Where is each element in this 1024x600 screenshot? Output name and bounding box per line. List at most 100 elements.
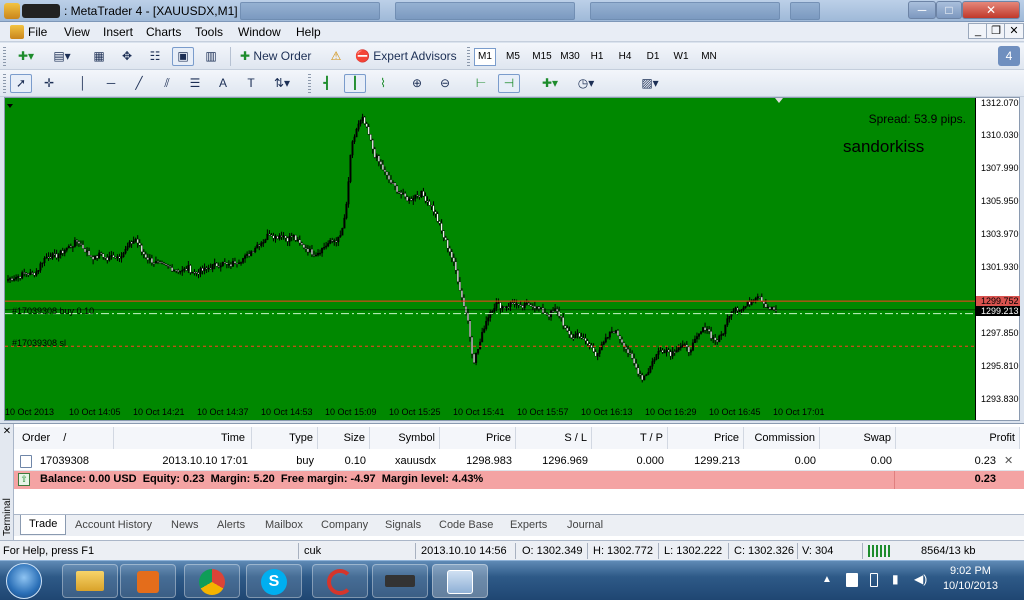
timeframe-d1[interactable]: D1: [642, 48, 664, 66]
new-order-button[interactable]: ✚ New Order: [237, 47, 323, 66]
indicators-icon[interactable]: ✚▾: [534, 74, 566, 93]
new-chart-icon[interactable]: ✚▾: [10, 47, 42, 66]
menu-window[interactable]: Window: [238, 25, 281, 39]
taskbar-chrome[interactable]: [184, 564, 240, 598]
col-sl[interactable]: S / L: [516, 427, 592, 449]
arrows-tool-icon[interactable]: ⇅▾: [266, 74, 298, 93]
tab-journal[interactable]: Journal: [567, 519, 603, 531]
timeframe-m1[interactable]: M1: [474, 48, 496, 66]
notifications-badge[interactable]: 4: [998, 46, 1020, 66]
taskbar-metatrader[interactable]: [432, 564, 488, 598]
mdi-restore-button[interactable]: ❐: [986, 23, 1006, 39]
status-profile[interactable]: cuk: [304, 545, 321, 557]
taskbar-forex-app[interactable]: [372, 564, 428, 598]
tab-company[interactable]: Company: [321, 519, 368, 531]
timeframe-m30[interactable]: M30: [558, 48, 582, 66]
start-button[interactable]: [6, 563, 42, 599]
candlestick-icon[interactable]: ┃: [344, 74, 366, 93]
close-button[interactable]: ✕: [962, 1, 1020, 19]
tab-code-base[interactable]: Code Base: [439, 519, 493, 531]
col-price[interactable]: Price: [440, 427, 516, 449]
terminal-close-icon[interactable]: ✕: [1, 426, 13, 437]
periods-icon[interactable]: ◷▾: [570, 74, 602, 93]
fibonacci-icon[interactable]: ☰: [184, 74, 206, 93]
bull-candle: [375, 155, 378, 158]
vertical-line-icon[interactable]: │: [72, 74, 94, 93]
minimize-button[interactable]: ─: [908, 1, 936, 19]
battery-icon[interactable]: [870, 573, 878, 587]
col-size[interactable]: Size: [318, 427, 370, 449]
col-swap[interactable]: Swap: [820, 427, 896, 449]
bull-candle: [274, 236, 277, 239]
menu-view[interactable]: View: [64, 25, 90, 39]
menu-charts[interactable]: Charts: [146, 25, 181, 39]
taskbar-explorer[interactable]: [62, 564, 118, 598]
timeframe-w1[interactable]: W1: [670, 48, 692, 66]
text-tool-icon[interactable]: A: [212, 74, 234, 93]
mdi-minimize-button[interactable]: _: [968, 23, 988, 39]
chart-area[interactable]: [5, 98, 975, 404]
menu-file[interactable]: File: [28, 25, 47, 39]
col-commission[interactable]: Commission: [744, 427, 820, 449]
bear-candle: [618, 335, 621, 340]
col-type[interactable]: Type: [252, 427, 318, 449]
tab-account-history[interactable]: Account History: [75, 519, 152, 531]
trendline-icon[interactable]: ╱: [128, 74, 150, 93]
navigator-icon[interactable]: ✥: [116, 47, 138, 66]
timeframe-mn[interactable]: MN: [698, 48, 720, 66]
col-time[interactable]: Time: [114, 427, 252, 449]
maximize-button[interactable]: □: [936, 1, 962, 19]
tab-experts[interactable]: Experts: [510, 519, 547, 531]
timeframe-m5[interactable]: M5: [502, 48, 524, 66]
taskbar-media-player[interactable]: [120, 564, 176, 598]
warning-icon[interactable]: ⚠: [326, 47, 346, 66]
time-tick: 10 Oct 16:29: [645, 407, 697, 417]
taskbar-skype[interactable]: S: [246, 564, 302, 598]
cursor-icon[interactable]: ➚: [10, 74, 32, 93]
line-chart-icon[interactable]: ⌇: [372, 74, 394, 93]
menu-help[interactable]: Help: [296, 25, 321, 39]
menu-tools[interactable]: Tools: [195, 25, 223, 39]
terminal-icon[interactable]: ▣: [172, 47, 194, 66]
channel-icon[interactable]: ⫽: [156, 74, 178, 93]
timeframe-h1[interactable]: H1: [586, 48, 608, 66]
zoom-out-icon[interactable]: ⊖: [434, 74, 456, 93]
bear-candle: [641, 374, 644, 381]
zoom-in-icon[interactable]: ⊕: [406, 74, 428, 93]
label-tool-icon[interactable]: T: [240, 74, 262, 93]
bull-candle: [722, 333, 725, 335]
crosshair-icon[interactable]: ✛: [38, 74, 60, 93]
expert-advisors-button[interactable]: ⛔ Expert Advisors: [352, 47, 460, 66]
network-icon[interactable]: ▮: [892, 572, 899, 586]
bar-chart-icon[interactable]: ┫: [316, 74, 338, 93]
templates-icon[interactable]: ▨▾: [634, 74, 666, 93]
volume-icon[interactable]: ◀): [914, 572, 927, 586]
timeframe-h4[interactable]: H4: [614, 48, 636, 66]
horizontal-line-icon[interactable]: ─: [100, 74, 122, 93]
col-current-price[interactable]: Price: [668, 427, 744, 449]
tab-trade[interactable]: Trade: [20, 515, 67, 535]
col-order[interactable]: Order /: [14, 427, 114, 449]
col-profit[interactable]: Profit: [896, 427, 1020, 449]
bull-candle: [231, 261, 234, 267]
tray-expand-icon[interactable]: ▲: [822, 574, 832, 585]
tab-signals[interactable]: Signals: [385, 519, 421, 531]
profiles-icon[interactable]: ▤▾: [46, 47, 78, 66]
tab-alerts[interactable]: Alerts: [217, 519, 245, 531]
taskbar-ccleaner[interactable]: [312, 564, 368, 598]
taskbar-clock[interactable]: 9:02 PM 10/10/2013: [943, 564, 998, 594]
action-center-icon[interactable]: [846, 573, 858, 587]
close-order-icon[interactable]: ✕: [1004, 453, 1013, 469]
chart-shift-icon[interactable]: ⊣: [498, 74, 520, 93]
menu-insert[interactable]: Insert: [103, 25, 133, 39]
market-watch-icon[interactable]: ▦: [88, 47, 110, 66]
data-window-icon[interactable]: ☷: [144, 47, 166, 66]
tab-mailbox[interactable]: Mailbox: [265, 519, 303, 531]
col-symbol[interactable]: Symbol: [370, 427, 440, 449]
timeframe-m15[interactable]: M15: [530, 48, 554, 66]
strategy-tester-icon[interactable]: ▥: [200, 47, 222, 66]
auto-scroll-icon[interactable]: ⊢: [470, 74, 492, 93]
col-tp[interactable]: T / P: [592, 427, 668, 449]
mdi-close-button[interactable]: ✕: [1004, 23, 1024, 39]
tab-news[interactable]: News: [171, 519, 199, 531]
